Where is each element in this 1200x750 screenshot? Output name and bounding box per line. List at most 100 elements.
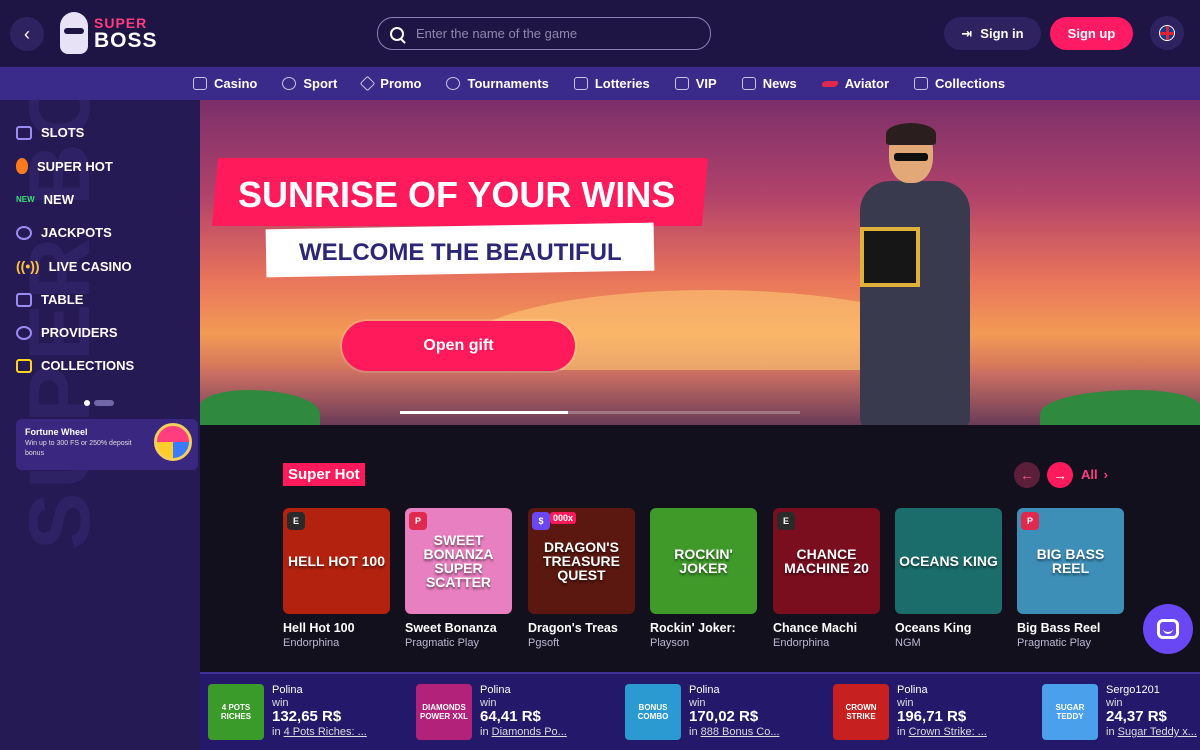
game-card[interactable]: OCEANS KING Oceans King NGM — [895, 508, 1002, 649]
see-all-link[interactable]: All › — [1081, 467, 1108, 482]
plane-icon — [820, 80, 839, 87]
win-game-link[interactable]: 888 Bonus Co... — [701, 726, 780, 738]
game-thumbnail[interactable]: P BIG BASS REEL — [1017, 508, 1124, 614]
fortune-wheel-promo[interactable]: Fortune Wheel Win up to 300 FS or 250% d… — [16, 419, 198, 470]
signin-button[interactable]: ⇥ Sign in — [944, 17, 1041, 50]
back-arrow-icon[interactable]: ‹ — [10, 17, 44, 51]
win-user: Sergo1201 — [1106, 684, 1160, 696]
sidebar-item-live-casino[interactable]: ((•)) LIVE CASINO — [16, 258, 132, 274]
win-game: in Diamonds Po... — [480, 726, 567, 738]
promo-description: Win up to 300 FS or 250% deposit bonus — [25, 440, 132, 457]
lottery-icon — [573, 77, 588, 90]
game-name[interactable]: Big Bass Reel — [1017, 621, 1124, 635]
banner-progress-fill — [400, 411, 568, 414]
news-icon — [741, 77, 756, 90]
language-selector[interactable] — [1150, 16, 1184, 50]
game-thumbnail[interactable]: ROCKIN' JOKER — [650, 508, 757, 614]
game-card[interactable]: E HELL HOT 100 Hell Hot 100 Endorphina — [283, 508, 390, 649]
carousel-next-button[interactable]: → — [1047, 462, 1073, 488]
game-name[interactable]: Chance Machi — [773, 621, 880, 635]
sidebar-item-providers[interactable]: PROVIDERS — [16, 325, 118, 340]
sidebar: SUPER BOSS SLOTS SUPER HOT NEW NEW JACKPO… — [0, 100, 200, 750]
boss-character — [840, 123, 990, 425]
win-user: Polina — [272, 684, 303, 696]
carousel-dot-active[interactable] — [84, 400, 90, 406]
sidebar-item-collections[interactable]: COLLECTIONS — [16, 358, 134, 373]
game-card[interactable]: ROCKIN' JOKER Rockin' Joker: Playson — [650, 508, 757, 649]
game-thumbnail[interactable]: $ 000x DRAGON'S TREASURE QUEST — [528, 508, 635, 614]
game-name[interactable]: Hell Hot 100 — [283, 621, 390, 635]
sidebar-item-super-hot[interactable]: SUPER HOT — [16, 158, 113, 174]
game-thumbnail[interactable]: E HELL HOT 100 — [283, 508, 390, 614]
section-title: Super Hot — [283, 463, 365, 486]
casino-icon — [193, 77, 207, 90]
new-icon: NEW — [16, 195, 35, 204]
nav-item-aviator[interactable]: Aviator — [820, 76, 889, 91]
open-gift-button[interactable]: Open gift — [342, 321, 575, 371]
recent-wins-ticker: 4 POTS RICHES Polina win 132,65 R$ in 4 … — [200, 672, 1200, 750]
search-box[interactable] — [377, 17, 711, 50]
win-game-link[interactable]: Sugar Teddy x... — [1118, 726, 1197, 738]
provider-badge: $ — [532, 512, 550, 530]
flame-icon — [16, 158, 28, 174]
carousel-dot[interactable] — [94, 400, 114, 406]
sidebar-carousel-dots — [84, 400, 114, 406]
nav-item-news[interactable]: News — [741, 76, 797, 91]
game-name[interactable]: Sweet Bonanza — [405, 621, 512, 635]
game-thumbnail[interactable]: OCEANS KING — [895, 508, 1002, 614]
top-nav: Casino Sport Promo Tournaments Lotteries… — [0, 67, 1200, 100]
game-thumbnail[interactable]: P SWEET BONANZA SUPER SCATTER — [405, 508, 512, 614]
sidebar-item-new[interactable]: NEW NEW — [16, 192, 74, 207]
game-card[interactable]: E CHANCE MACHINE 20 Chance Machi Endorph… — [773, 508, 880, 649]
win-game-link[interactable]: 4 Pots Riches: ... — [284, 726, 367, 738]
crown-icon — [674, 77, 689, 90]
sidebar-item-table[interactable]: TABLE — [16, 292, 83, 307]
signup-button[interactable]: Sign up — [1050, 17, 1133, 50]
provider-badge: P — [409, 512, 427, 530]
nav-item-casino[interactable]: Casino — [193, 76, 257, 91]
nav-item-tournaments[interactable]: Tournaments — [446, 76, 549, 91]
game-card[interactable]: P SWEET BONANZA SUPER SCATTER Sweet Bona… — [405, 508, 512, 649]
sidebar-item-jackpots[interactable]: JACKPOTS — [16, 225, 112, 240]
win-game-thumbnail[interactable]: SUGAR TEDDY — [1042, 684, 1098, 740]
nav-item-sport[interactable]: Sport — [282, 76, 337, 91]
nav-item-lotteries[interactable]: Lotteries — [573, 76, 650, 91]
carousel-prev-button[interactable]: ← — [1014, 462, 1040, 488]
nav-item-vip[interactable]: VIP — [674, 76, 717, 91]
win-game: in 4 Pots Riches: ... — [272, 726, 367, 738]
win-user: Polina — [897, 684, 928, 696]
nav-item-collections[interactable]: Collections — [914, 76, 1005, 91]
game-name[interactable]: Dragon's Treas — [528, 621, 635, 635]
win-amount: 196,71 R$ — [897, 708, 967, 725]
game-card[interactable]: $ 000x DRAGON'S TREASURE QUEST Dragon's … — [528, 508, 635, 649]
game-card[interactable]: P BIG BASS REEL Big Bass Reel Pragmatic … — [1017, 508, 1124, 649]
nav-item-promo[interactable]: Promo — [360, 75, 421, 92]
collections-icon — [16, 358, 32, 373]
sidebar-item-slots[interactable]: SLOTS — [16, 125, 84, 140]
win-game: in Sugar Teddy x... — [1106, 726, 1197, 738]
signin-icon: ⇥ — [961, 25, 973, 41]
win-game-link[interactable]: Crown Strike: ... — [909, 726, 987, 738]
signin-label: Sign in — [980, 26, 1024, 41]
sunglasses-icon — [894, 153, 928, 161]
game-provider: NGM — [895, 637, 921, 649]
win-game-thumbnail[interactable]: DIAMONDS POWER XXL — [416, 684, 472, 740]
win-game-link[interactable]: Diamonds Po... — [492, 726, 567, 738]
jackpot-icon — [16, 225, 32, 240]
gear-icon — [16, 325, 32, 340]
win-amount: 170,02 R$ — [689, 708, 759, 725]
logo[interactable]: SUPER BOSS — [60, 12, 158, 54]
search-input[interactable] — [416, 26, 686, 41]
game-provider: Endorphina — [283, 637, 340, 649]
win-game-thumbnail[interactable]: CROWN STRIKE — [833, 684, 889, 740]
game-name[interactable]: Oceans King — [895, 621, 1002, 635]
live-chat-button[interactable] — [1143, 604, 1193, 654]
fortune-wheel-icon — [154, 423, 192, 461]
game-name[interactable]: Rockin' Joker: — [650, 621, 757, 635]
game-thumbnail[interactable]: E CHANCE MACHINE 20 — [773, 508, 880, 614]
win-game-thumbnail[interactable]: BONUS COMBO — [625, 684, 681, 740]
boss-mascot-icon — [60, 12, 88, 54]
win-game-thumbnail[interactable]: 4 POTS RICHES — [208, 684, 264, 740]
win-amount: 24,37 R$ — [1106, 708, 1167, 725]
win-amount: 132,65 R$ — [272, 708, 342, 725]
